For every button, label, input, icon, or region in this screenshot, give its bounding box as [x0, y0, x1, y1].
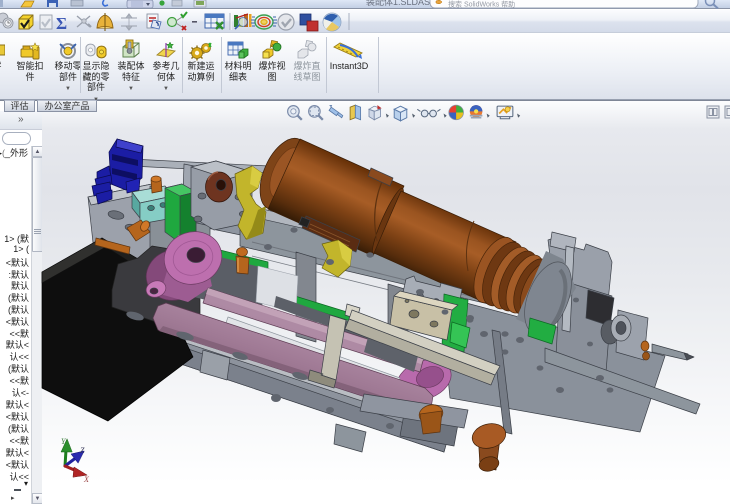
svg-text:Z: Z — [80, 446, 85, 455]
svg-text:X: X — [83, 475, 90, 484]
